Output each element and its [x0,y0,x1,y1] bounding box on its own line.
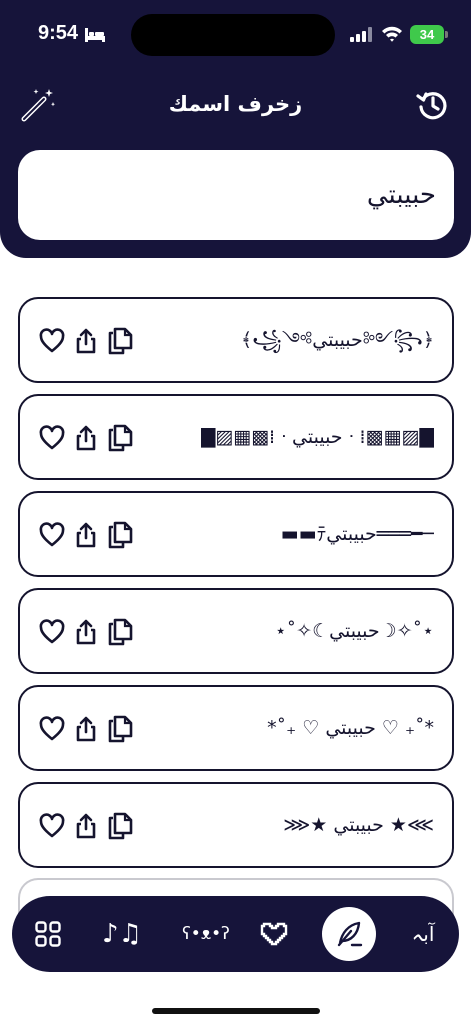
card-actions [38,618,150,648]
bed-icon [85,28,105,42]
list-item[interactable]: ﴾꧁༺حبيبتي༻꧂﴿ [18,297,454,383]
copy-icon[interactable] [106,327,134,355]
name-input[interactable] [18,150,454,240]
styled-name: ▇▨▦▩⁞ ᐧ حبيبتي ᐧ ⁞▩▦▨▇ [200,426,434,448]
share-icon[interactable] [72,327,100,355]
battery-indicator: 34 [410,25,448,44]
history-icon[interactable] [415,87,451,123]
share-icon[interactable] [72,618,100,646]
nav-music-button[interactable]: ♪♫ [92,896,152,972]
status-bar: 9:54 34 [0,0,471,70]
heart-icon[interactable] [38,327,66,355]
styled-name: *˚₊ ♡ حبيبتي ♡ ₊˚* [267,717,434,739]
nav-letters-button[interactable]: آبہ [393,896,453,972]
signal-icon [350,27,372,42]
grid-icon [35,921,61,947]
dynamic-island [131,14,335,56]
card-actions [38,812,150,842]
nav-kaomoji-button[interactable]: ʕ•ᴥ•ʔ [167,896,245,972]
bottom-nav: ♪♫ ʕ•ᴥ•ʔ آبہ [12,896,459,972]
list-item[interactable]: ▬▬ﾃحبيبتي═══━─ [18,491,454,577]
card-actions [38,424,150,454]
top-bar: زخرف اسمك [0,80,471,130]
list-item[interactable]: *˚₊ ♡ حبيبتي ♡ ₊˚* [18,685,454,771]
share-icon[interactable] [72,715,100,743]
card-actions [38,715,150,745]
heart-icon[interactable] [38,424,66,452]
copy-icon[interactable] [106,424,134,452]
styled-name: ⋆˚✧☾حبيبتي☽✧˚⋆ [274,620,434,642]
heart-icon[interactable] [38,715,66,743]
share-icon[interactable] [72,812,100,840]
list-item[interactable]: ⋙★ حبيبتي ★⋘ [18,782,454,868]
page-title: زخرف اسمك [168,92,303,116]
heart-icon[interactable] [38,812,66,840]
card-actions [38,327,150,357]
status-time: 9:54 [38,22,79,44]
copy-icon[interactable] [106,618,134,646]
name-input-card [18,150,454,240]
wifi-icon [382,26,402,42]
list-item[interactable]: ▇▨▦▩⁞ ᐧ حبيبتي ᐧ ⁞▩▦▨▇ [18,394,454,480]
nav-heart-button[interactable] [244,896,304,972]
home-indicator [152,1008,320,1014]
copy-icon[interactable] [106,715,134,743]
heart-icon[interactable] [38,521,66,549]
pixel-heart-icon [260,922,288,946]
copy-icon[interactable] [106,812,134,840]
feather-icon [337,921,363,947]
list-item[interactable]: ⋆˚✧☾حبيبتي☽✧˚⋆ [18,588,454,674]
styled-name: ﴾꧁༺حبيبتي༻꧂﴿ [241,329,434,351]
styled-name: ⋙★ حبيبتي ★⋘ [283,814,434,836]
active-indicator [322,907,376,961]
card-actions [38,521,150,551]
nav-grid-button[interactable] [18,896,78,972]
share-icon[interactable] [72,424,100,452]
share-icon[interactable] [72,521,100,549]
styled-name: ▬▬ﾃحبيبتي═══━─ [280,523,434,545]
nav-decorate-button[interactable] [319,896,379,972]
heart-icon[interactable] [38,618,66,646]
copy-icon[interactable] [106,521,134,549]
